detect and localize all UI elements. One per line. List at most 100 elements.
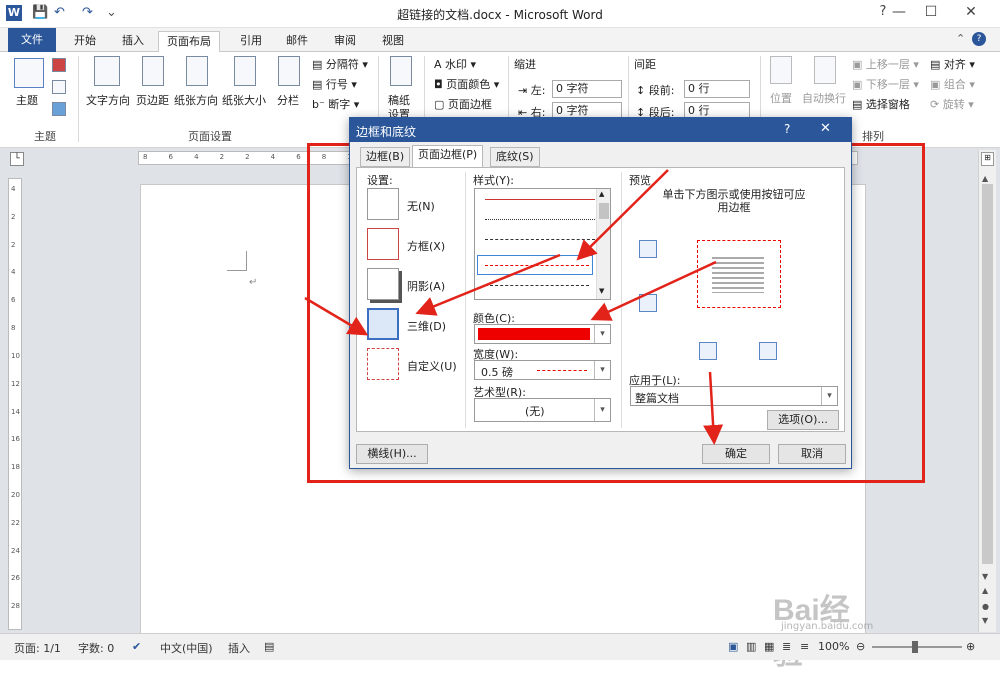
print-layout-icon[interactable]: ▣ [728, 640, 738, 653]
page-borders-button[interactable]: ▢ 页面边框 [434, 96, 492, 112]
preview-page[interactable] [697, 240, 781, 308]
left-border-button[interactable] [699, 342, 717, 360]
theme-colors-icon[interactable] [52, 58, 66, 72]
theme-effects-icon[interactable] [52, 102, 66, 116]
scroll-thumb[interactable] [982, 184, 993, 564]
art-dropdown-icon[interactable]: ▾ [594, 399, 610, 421]
style-scroll-thumb[interactable] [599, 203, 609, 219]
selection-pane-button[interactable]: ▤ 选择窗格 [852, 96, 910, 112]
setting-none[interactable]: 无(N) [407, 198, 435, 214]
prev-page-icon[interactable]: ▲ [982, 586, 988, 595]
width-combo[interactable]: 0.5 磅 ▾ [474, 360, 611, 380]
text-direction-button[interactable]: 文字方向 [86, 92, 130, 108]
ruler-toggle-icon[interactable]: ⊞ [981, 152, 994, 166]
tab-selector-icon[interactable]: └ [10, 152, 24, 166]
columns-icon[interactable] [278, 56, 300, 86]
tab-home[interactable]: 开始 [66, 31, 104, 52]
setting-shadow[interactable]: 阴影(A) [407, 278, 445, 294]
tab-mailings[interactable]: 邮件 [278, 31, 316, 52]
color-dropdown-icon[interactable]: ▾ [594, 325, 610, 343]
reading-layout-icon[interactable]: ▥ [746, 640, 756, 653]
indent-left-input[interactable]: 0 字符 [552, 80, 622, 98]
wrap-text-button[interactable]: 自动换行 [802, 90, 846, 106]
position-button[interactable]: 位置 [770, 90, 792, 106]
style-scroll-up-icon[interactable]: ▲ [599, 190, 604, 198]
position-icon[interactable] [770, 56, 792, 84]
maximize-button[interactable]: ☐ [916, 4, 946, 24]
rotate-button[interactable]: ⟳ 旋转 ▾ [930, 96, 974, 112]
tab-insert[interactable]: 插入 [114, 31, 152, 52]
outline-icon[interactable]: ≣ [782, 640, 791, 653]
wrap-text-icon[interactable] [814, 56, 836, 84]
tab-page-border[interactable]: 页面边框(P) [412, 145, 484, 168]
tab-view[interactable]: 视图 [374, 31, 412, 52]
setting-box-icon[interactable] [367, 228, 399, 260]
close-button[interactable]: ✕ [956, 4, 986, 24]
setting-shadow-icon[interactable] [367, 268, 399, 300]
theme-button-label[interactable]: 主题 [16, 92, 38, 108]
apply-to-dropdown-icon[interactable]: ▾ [821, 387, 837, 405]
style-dash-dot[interactable] [485, 285, 589, 286]
draft-view-icon[interactable]: ≡ [800, 640, 809, 653]
options-button[interactable]: 选项(O)... [767, 410, 839, 430]
style-list[interactable]: ▲ ▼ [474, 188, 611, 300]
style-dashed-fine[interactable] [485, 239, 595, 240]
width-dropdown-icon[interactable]: ▾ [594, 361, 610, 379]
spacing-before-input[interactable]: 0 行 [684, 80, 750, 98]
tab-references[interactable]: 引用 [232, 31, 270, 52]
tab-shading[interactable]: 底纹(S) [490, 147, 540, 167]
zoom-slider-thumb[interactable] [912, 641, 918, 653]
zoom-level[interactable]: 100% [818, 640, 849, 653]
color-combo[interactable]: ▾ [474, 324, 611, 344]
word-count[interactable]: 字数: 0 [78, 640, 114, 656]
size-button[interactable]: 纸张大小 [222, 92, 266, 108]
horizontal-line-button[interactable]: 横线(H)... [356, 444, 428, 464]
insert-mode[interactable]: 插入 [228, 640, 250, 656]
tab-page-layout[interactable]: 页面布局 [158, 31, 220, 52]
setting-3d[interactable]: 三维(D) [407, 318, 446, 334]
bottom-border-button[interactable] [639, 294, 657, 312]
web-layout-icon[interactable]: ▦ [764, 640, 774, 653]
style-list-scrollbar[interactable]: ▲ ▼ [596, 189, 610, 299]
language-indicator[interactable]: 中文(中国) [160, 640, 213, 656]
theme-fonts-icon[interactable] [52, 80, 66, 94]
tab-file[interactable]: 文件 [8, 28, 56, 52]
macro-icon[interactable]: ▤ [264, 640, 274, 653]
zoom-in-icon[interactable]: ⊕ [966, 640, 975, 653]
margins-button[interactable]: 页边距 [136, 92, 169, 108]
top-border-button[interactable] [639, 240, 657, 258]
ok-button[interactable]: 确定 [702, 444, 770, 464]
scroll-down-icon[interactable]: ▼ [982, 572, 988, 581]
theme-icon[interactable] [14, 58, 44, 88]
scroll-up-icon[interactable]: ▲ [982, 174, 988, 183]
hyphenation-button[interactable]: b⁻ 断字 ▾ [312, 96, 359, 112]
bring-forward-button[interactable]: ▣ 上移一层 ▾ [852, 56, 919, 72]
orientation-button[interactable]: 纸张方向 [174, 92, 218, 108]
breaks-button[interactable]: ▤ 分隔符 ▾ [312, 56, 368, 72]
setting-3d-icon[interactable] [367, 308, 399, 340]
setting-custom[interactable]: 自定义(U) [407, 358, 457, 374]
setting-custom-icon[interactable] [367, 348, 399, 380]
dialog-help-button[interactable]: ? [784, 122, 790, 136]
help-circle-icon[interactable]: ? [972, 32, 986, 46]
size-icon[interactable] [234, 56, 256, 86]
columns-button[interactable]: 分栏 [277, 92, 299, 108]
tab-review[interactable]: 审阅 [326, 31, 364, 52]
watermark-button[interactable]: A 水印 ▾ [434, 56, 476, 72]
collapse-ribbon-icon[interactable]: ⌃ [956, 32, 965, 45]
vertical-scrollbar[interactable]: ⊞ ▲ ▼ ▲ ● ▼ [978, 150, 996, 632]
zoom-slider[interactable] [872, 641, 962, 653]
page-count[interactable]: 页面: 1/1 [14, 640, 61, 656]
style-scroll-down-icon[interactable]: ▼ [599, 287, 604, 295]
proofing-icon[interactable]: ✔ [132, 640, 141, 653]
send-backward-button[interactable]: ▣ 下移一层 ▾ [852, 76, 919, 92]
right-border-button[interactable] [759, 342, 777, 360]
dialog-close-button[interactable]: ✕ [820, 121, 831, 136]
tab-borders[interactable]: 边框(B) [360, 147, 411, 167]
line-numbers-button[interactable]: ▤ 行号 ▾ [312, 76, 357, 92]
minimize-button[interactable]: — [884, 4, 914, 24]
vertical-ruler[interactable]: 4 2 2 4 6 8 10 12 14 16 18 20 22 24 26 28 [8, 178, 22, 630]
cancel-button[interactable]: 取消 [778, 444, 846, 464]
art-combo[interactable]: (无) ▾ [474, 398, 611, 422]
orientation-icon[interactable] [186, 56, 208, 86]
